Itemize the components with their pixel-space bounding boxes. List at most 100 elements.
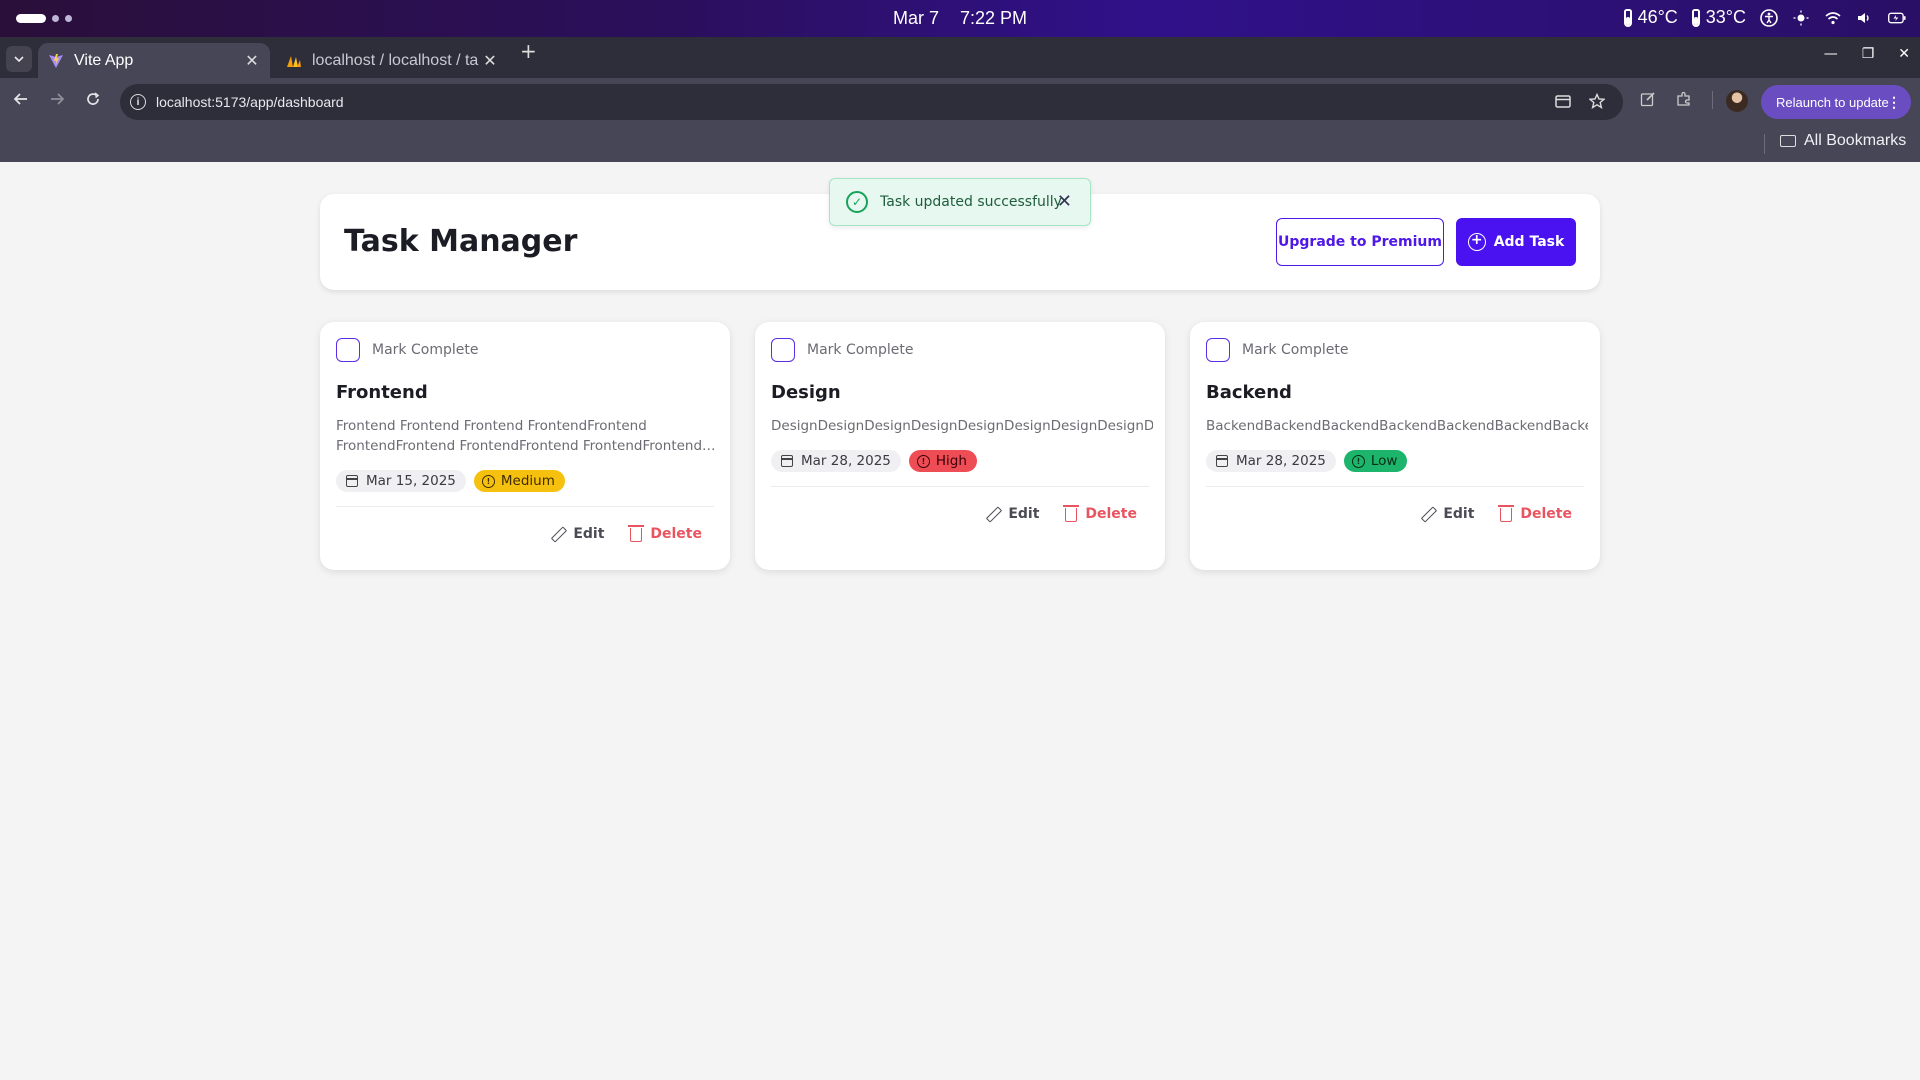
browser-tab-strip: Vite App ✕ localhost / localhost / ta ✕ … bbox=[0, 37, 1920, 78]
toast-close-icon[interactable]: ✕ bbox=[1057, 191, 1072, 212]
delete-button[interactable]: Delete bbox=[628, 525, 702, 542]
task-meta: Mar 28, 2025 ! Low bbox=[1206, 450, 1408, 472]
page-title: Task Manager bbox=[344, 224, 578, 259]
profile-avatar[interactable] bbox=[1726, 90, 1748, 112]
calendar-icon bbox=[1216, 455, 1228, 467]
mark-complete-label: Mark Complete bbox=[807, 342, 914, 358]
back-arrow-icon[interactable] bbox=[10, 91, 32, 112]
accessibility-icon[interactable] bbox=[1760, 8, 1778, 27]
task-actions: Edit Delete bbox=[986, 505, 1137, 522]
browser-toolbar: i localhost:5173/app/dashboard Relaunch … bbox=[0, 78, 1920, 126]
mark-complete-checkbox[interactable] bbox=[771, 338, 795, 362]
address-bar[interactable]: i localhost:5173/app/dashboard bbox=[120, 84, 1623, 120]
more-menu-icon[interactable]: ⋮ bbox=[1887, 94, 1901, 111]
success-toast: ✓ Task updated successfully ✕ bbox=[829, 178, 1091, 226]
wifi-icon[interactable] bbox=[1824, 9, 1842, 27]
tab-close-icon[interactable]: ✕ bbox=[480, 51, 500, 71]
tab-title: localhost / localhost / ta bbox=[312, 51, 479, 69]
pencil-icon bbox=[986, 507, 1000, 521]
forward-arrow-icon[interactable] bbox=[46, 91, 68, 112]
due-date: Mar 15, 2025 bbox=[366, 473, 456, 489]
priority-label: High bbox=[935, 453, 967, 469]
extensions-puzzle-icon[interactable] bbox=[1676, 91, 1692, 111]
calendar-icon bbox=[781, 455, 793, 467]
temperature-1: 46°C bbox=[1623, 7, 1678, 28]
toolbar-divider bbox=[1712, 91, 1713, 109]
mark-complete-label: Mark Complete bbox=[372, 342, 479, 358]
tab-search-button[interactable] bbox=[6, 46, 32, 72]
pencil-icon bbox=[1421, 507, 1435, 521]
system-tray: 46°C 33°C bbox=[1623, 7, 1906, 28]
card-divider bbox=[336, 506, 714, 507]
thermometer-icon bbox=[1691, 8, 1700, 27]
task-actions: Edit Delete bbox=[551, 525, 702, 542]
pencil-icon bbox=[551, 527, 565, 541]
task-meta: Mar 15, 2025 ! Medium bbox=[336, 470, 565, 492]
delete-label: Delete bbox=[1520, 506, 1572, 522]
card-icon[interactable] bbox=[1555, 94, 1571, 112]
trash-icon bbox=[1498, 505, 1515, 522]
task-description: Frontend Frontend Frontend FrontendFront… bbox=[336, 418, 716, 454]
calendar-icon bbox=[346, 475, 358, 487]
priority-label: Medium bbox=[500, 473, 555, 489]
relaunch-label: Relaunch to update bbox=[1776, 94, 1889, 110]
tab-vite-app[interactable]: Vite App ✕ bbox=[38, 43, 270, 78]
bookmark-star-icon[interactable] bbox=[1588, 92, 1606, 113]
check-circle-icon: ✓ bbox=[846, 191, 868, 213]
mark-complete-row[interactable]: Mark Complete bbox=[771, 338, 913, 362]
os-top-bar: Mar 7 7:22 PM 46°C 33°C bbox=[0, 0, 1920, 37]
edit-button[interactable]: Edit bbox=[551, 526, 604, 542]
priority-badge: ! Medium bbox=[473, 470, 565, 492]
priority-alert-icon: ! bbox=[1351, 454, 1365, 468]
upgrade-premium-button[interactable]: Upgrade to Premium bbox=[1276, 218, 1444, 266]
toolbar-icons bbox=[1640, 91, 1713, 111]
toast-message: Task updated successfully bbox=[880, 194, 1062, 210]
task-actions: Edit Delete bbox=[1421, 505, 1572, 522]
edit-label: Edit bbox=[573, 526, 605, 542]
task-card-frontend: Mark Complete Frontend Frontend Frontend… bbox=[320, 322, 730, 570]
priority-badge: ! High bbox=[908, 450, 977, 472]
task-description: DesignDesignDesignDesignDesignDesignDesi… bbox=[771, 418, 1153, 434]
minimize-icon[interactable]: — bbox=[1824, 46, 1838, 62]
edit-button[interactable]: Edit bbox=[986, 506, 1039, 522]
card-divider bbox=[1206, 486, 1584, 487]
trash-icon bbox=[1063, 505, 1080, 522]
url-text[interactable]: localhost:5173/app/dashboard bbox=[156, 94, 344, 110]
delete-label: Delete bbox=[650, 526, 702, 542]
battery-icon[interactable] bbox=[1888, 9, 1906, 27]
trash-icon bbox=[628, 525, 645, 542]
delete-button[interactable]: Delete bbox=[1498, 505, 1572, 522]
reload-icon[interactable] bbox=[82, 91, 104, 112]
priority-label: Low bbox=[1370, 453, 1398, 469]
window-controls: — ❐ ✕ bbox=[1824, 46, 1910, 62]
add-task-label: Add Task bbox=[1493, 234, 1565, 250]
task-title: Design bbox=[771, 382, 841, 403]
tab-close-icon[interactable]: ✕ bbox=[242, 51, 262, 71]
restore-icon[interactable]: ❐ bbox=[1862, 46, 1875, 62]
close-window-icon[interactable]: ✕ bbox=[1898, 46, 1910, 62]
relaunch-button[interactable]: Relaunch to update ⋮ bbox=[1761, 85, 1911, 119]
mark-complete-checkbox[interactable] bbox=[1206, 338, 1230, 362]
mark-complete-row[interactable]: Mark Complete bbox=[1206, 338, 1348, 362]
plus-circle-icon: + bbox=[1467, 233, 1486, 251]
volume-icon[interactable] bbox=[1856, 9, 1874, 27]
new-tab-plus-icon[interactable]: + bbox=[520, 39, 537, 63]
app-page: ✓ Task updated successfully ✕ Task Manag… bbox=[0, 162, 1920, 1080]
omnibox-actions bbox=[1555, 92, 1606, 113]
all-bookmarks-button[interactable]: All Bookmarks bbox=[1780, 132, 1906, 150]
temperature-2-value: 33°C bbox=[1705, 7, 1746, 27]
brightness-icon[interactable] bbox=[1792, 9, 1810, 27]
mark-complete-row[interactable]: Mark Complete bbox=[336, 338, 478, 362]
clock-date: Mar 7 bbox=[892, 8, 939, 28]
due-date-badge: Mar 28, 2025 bbox=[1206, 450, 1336, 472]
delete-button[interactable]: Delete bbox=[1063, 505, 1137, 522]
site-info-icon[interactable]: i bbox=[130, 94, 146, 110]
tab-phpmyadmin[interactable]: localhost / localhost / ta ✕ bbox=[280, 43, 508, 78]
priority-badge: ! Low bbox=[1343, 450, 1408, 472]
priority-alert-icon: ! bbox=[916, 454, 930, 468]
mark-complete-checkbox[interactable] bbox=[336, 338, 360, 362]
edit-page-icon[interactable] bbox=[1640, 91, 1656, 111]
task-title: Frontend bbox=[336, 382, 428, 403]
add-task-button[interactable]: + Add Task bbox=[1456, 218, 1576, 266]
edit-button[interactable]: Edit bbox=[1421, 506, 1474, 522]
